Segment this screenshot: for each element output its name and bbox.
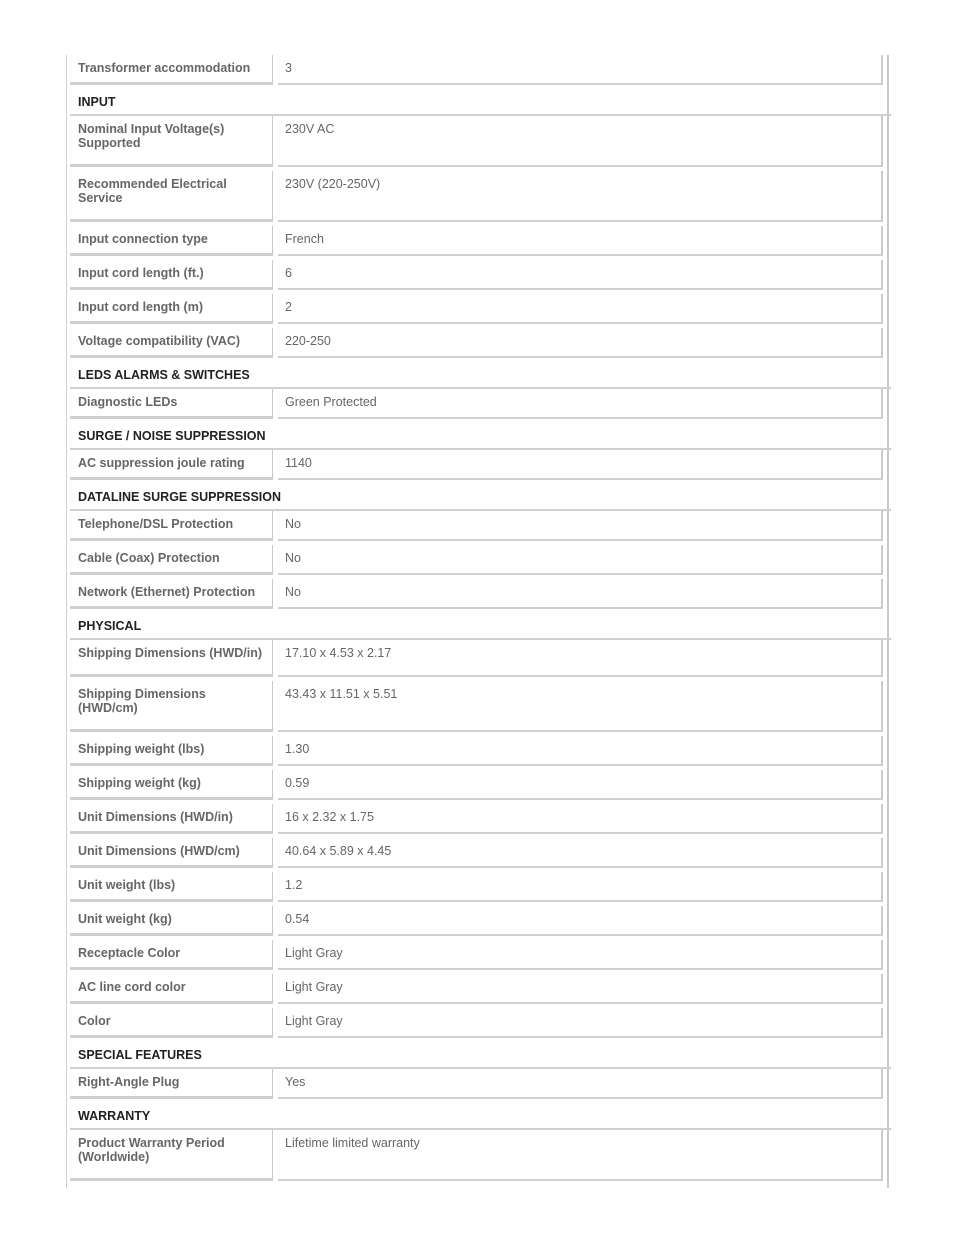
spec-row: Unit weight (lbs) 1.2 xyxy=(70,872,883,902)
spec-row: AC suppression joule rating 1140 xyxy=(70,450,883,480)
spec-label: Input cord length (ft.) xyxy=(70,260,273,290)
spec-value: 0.54 xyxy=(278,906,883,936)
section-header: DATALINE SURGE SUPPRESSION xyxy=(70,484,891,511)
spec-row: Network (Ethernet) Protection No xyxy=(70,579,883,609)
spec-row: Shipping Dimensions (HWD/cm) 43.43 x 11.5… xyxy=(70,681,883,732)
spec-label: Shipping Dimensions (HWD/cm) xyxy=(70,681,273,732)
spec-label: Receptacle Color xyxy=(70,940,273,970)
spec-value: No xyxy=(278,579,883,609)
spec-value: 1.30 xyxy=(278,736,883,766)
spec-value: Light Gray xyxy=(278,940,883,970)
spec-row: Telephone/DSL Protection No xyxy=(70,511,883,541)
section-header: SURGE / NOISE SUPPRESSION xyxy=(70,423,891,450)
specifications-table: Transformer accommodation 3 INPUT Nominal I… xyxy=(66,55,891,1188)
spec-value: 17.10 x 4.53 x 2.17 xyxy=(278,640,883,677)
spec-value: French xyxy=(278,226,883,256)
spec-row: Color Light Gray xyxy=(70,1008,883,1038)
spec-label: AC suppression joule rating xyxy=(70,450,273,480)
spec-value: Lifetime limited warranty xyxy=(278,1130,883,1181)
spec-label: Unit Dimensions (HWD/in) xyxy=(70,804,273,834)
spec-label: Shipping weight (lbs) xyxy=(70,736,273,766)
spec-value: No xyxy=(278,545,883,575)
spec-row: Unit Dimensions (HWD/in) 16 x 2.32 x 1.75 xyxy=(70,804,883,834)
spec-label: Telephone/DSL Protection xyxy=(70,511,273,541)
spec-label: Unit weight (lbs) xyxy=(70,872,273,902)
spec-label: Input cord length (m) xyxy=(70,294,273,324)
spec-row: Receptacle Color Light Gray xyxy=(70,940,883,970)
row-spacer xyxy=(67,1181,887,1185)
spec-value: 43.43 x 11.51 x 5.51 xyxy=(278,681,883,732)
spec-value: Yes xyxy=(278,1069,883,1099)
spec-row: Cable (Coax) Protection No xyxy=(70,545,883,575)
spec-label: Product Warranty Period (Worldwide) xyxy=(70,1130,273,1181)
spec-row: Transformer accommodation 3 xyxy=(70,55,883,85)
spec-value: 40.64 x 5.89 x 4.45 xyxy=(278,838,883,868)
spec-row: Unit weight (kg) 0.54 xyxy=(70,906,883,936)
spec-value: Light Gray xyxy=(278,1008,883,1038)
spec-label: Transformer accommodation xyxy=(70,55,273,85)
spec-row: Unit Dimensions (HWD/cm) 40.64 x 5.89 x 4… xyxy=(70,838,883,868)
spec-row: Input connection type French xyxy=(70,226,883,256)
spec-row: AC line cord color Light Gray xyxy=(70,974,883,1004)
spec-row: Diagnostic LEDs Green Protected xyxy=(70,389,883,419)
spec-value: 16 x 2.32 x 1.75 xyxy=(278,804,883,834)
spec-value: 230V AC xyxy=(278,116,883,167)
spec-row: Right-Angle Plug Yes xyxy=(70,1069,883,1099)
spec-label: Shipping Dimensions (HWD/in) xyxy=(70,640,273,677)
spec-label: Nominal Input Voltage(s) Supported xyxy=(70,116,273,167)
spec-value: 1.2 xyxy=(278,872,883,902)
spec-label: Cable (Coax) Protection xyxy=(70,545,273,575)
spec-row: Recommended Electrical Service 230V (220-… xyxy=(70,171,883,222)
spec-row: Input cord length (ft.) 6 xyxy=(70,260,883,290)
spec-value: 3 xyxy=(278,55,883,85)
spec-label: Network (Ethernet) Protection xyxy=(70,579,273,609)
section-header: SPECIAL FEATURES xyxy=(70,1042,891,1069)
spec-row: Input cord length (m) 2 xyxy=(70,294,883,324)
spec-row: Shipping weight (lbs) 1.30 xyxy=(70,736,883,766)
spec-label: Unit weight (kg) xyxy=(70,906,273,936)
spec-value: Green Protected xyxy=(278,389,883,419)
section-header: WARRANTY xyxy=(70,1103,891,1130)
spec-row: Nominal Input Voltage(s) Supported 230V A… xyxy=(70,116,883,167)
section-header: PHYSICAL xyxy=(70,613,891,640)
section-header: INPUT xyxy=(70,89,891,116)
spec-label: Diagnostic LEDs xyxy=(70,389,273,419)
spec-row: Shipping weight (kg) 0.59 xyxy=(70,770,883,800)
spec-value: 0.59 xyxy=(278,770,883,800)
spec-row: Voltage compatibility (VAC) 220-250 xyxy=(70,328,883,358)
spec-value: 220-250 xyxy=(278,328,883,358)
section-header: LEDS ALARMS & SWITCHES xyxy=(70,362,891,389)
spec-value: Light Gray xyxy=(278,974,883,1004)
spec-value: 2 xyxy=(278,294,883,324)
spec-label: Shipping weight (kg) xyxy=(70,770,273,800)
spec-value: No xyxy=(278,511,883,541)
spec-label: Voltage compatibility (VAC) xyxy=(70,328,273,358)
spec-label: Recommended Electrical Service xyxy=(70,171,273,222)
spec-value: 1140 xyxy=(278,450,883,480)
spec-label: AC line cord color xyxy=(70,974,273,1004)
spec-label: Input connection type xyxy=(70,226,273,256)
spec-value: 6 xyxy=(278,260,883,290)
spec-value: 230V (220-250V) xyxy=(278,171,883,222)
spec-row: Product Warranty Period (Worldwide) Lifet… xyxy=(70,1130,883,1181)
spec-label: Color xyxy=(70,1008,273,1038)
spec-row: Shipping Dimensions (HWD/in) 17.10 x 4.53… xyxy=(70,640,883,677)
spec-label: Unit Dimensions (HWD/cm) xyxy=(70,838,273,868)
spec-label: Right-Angle Plug xyxy=(70,1069,273,1099)
